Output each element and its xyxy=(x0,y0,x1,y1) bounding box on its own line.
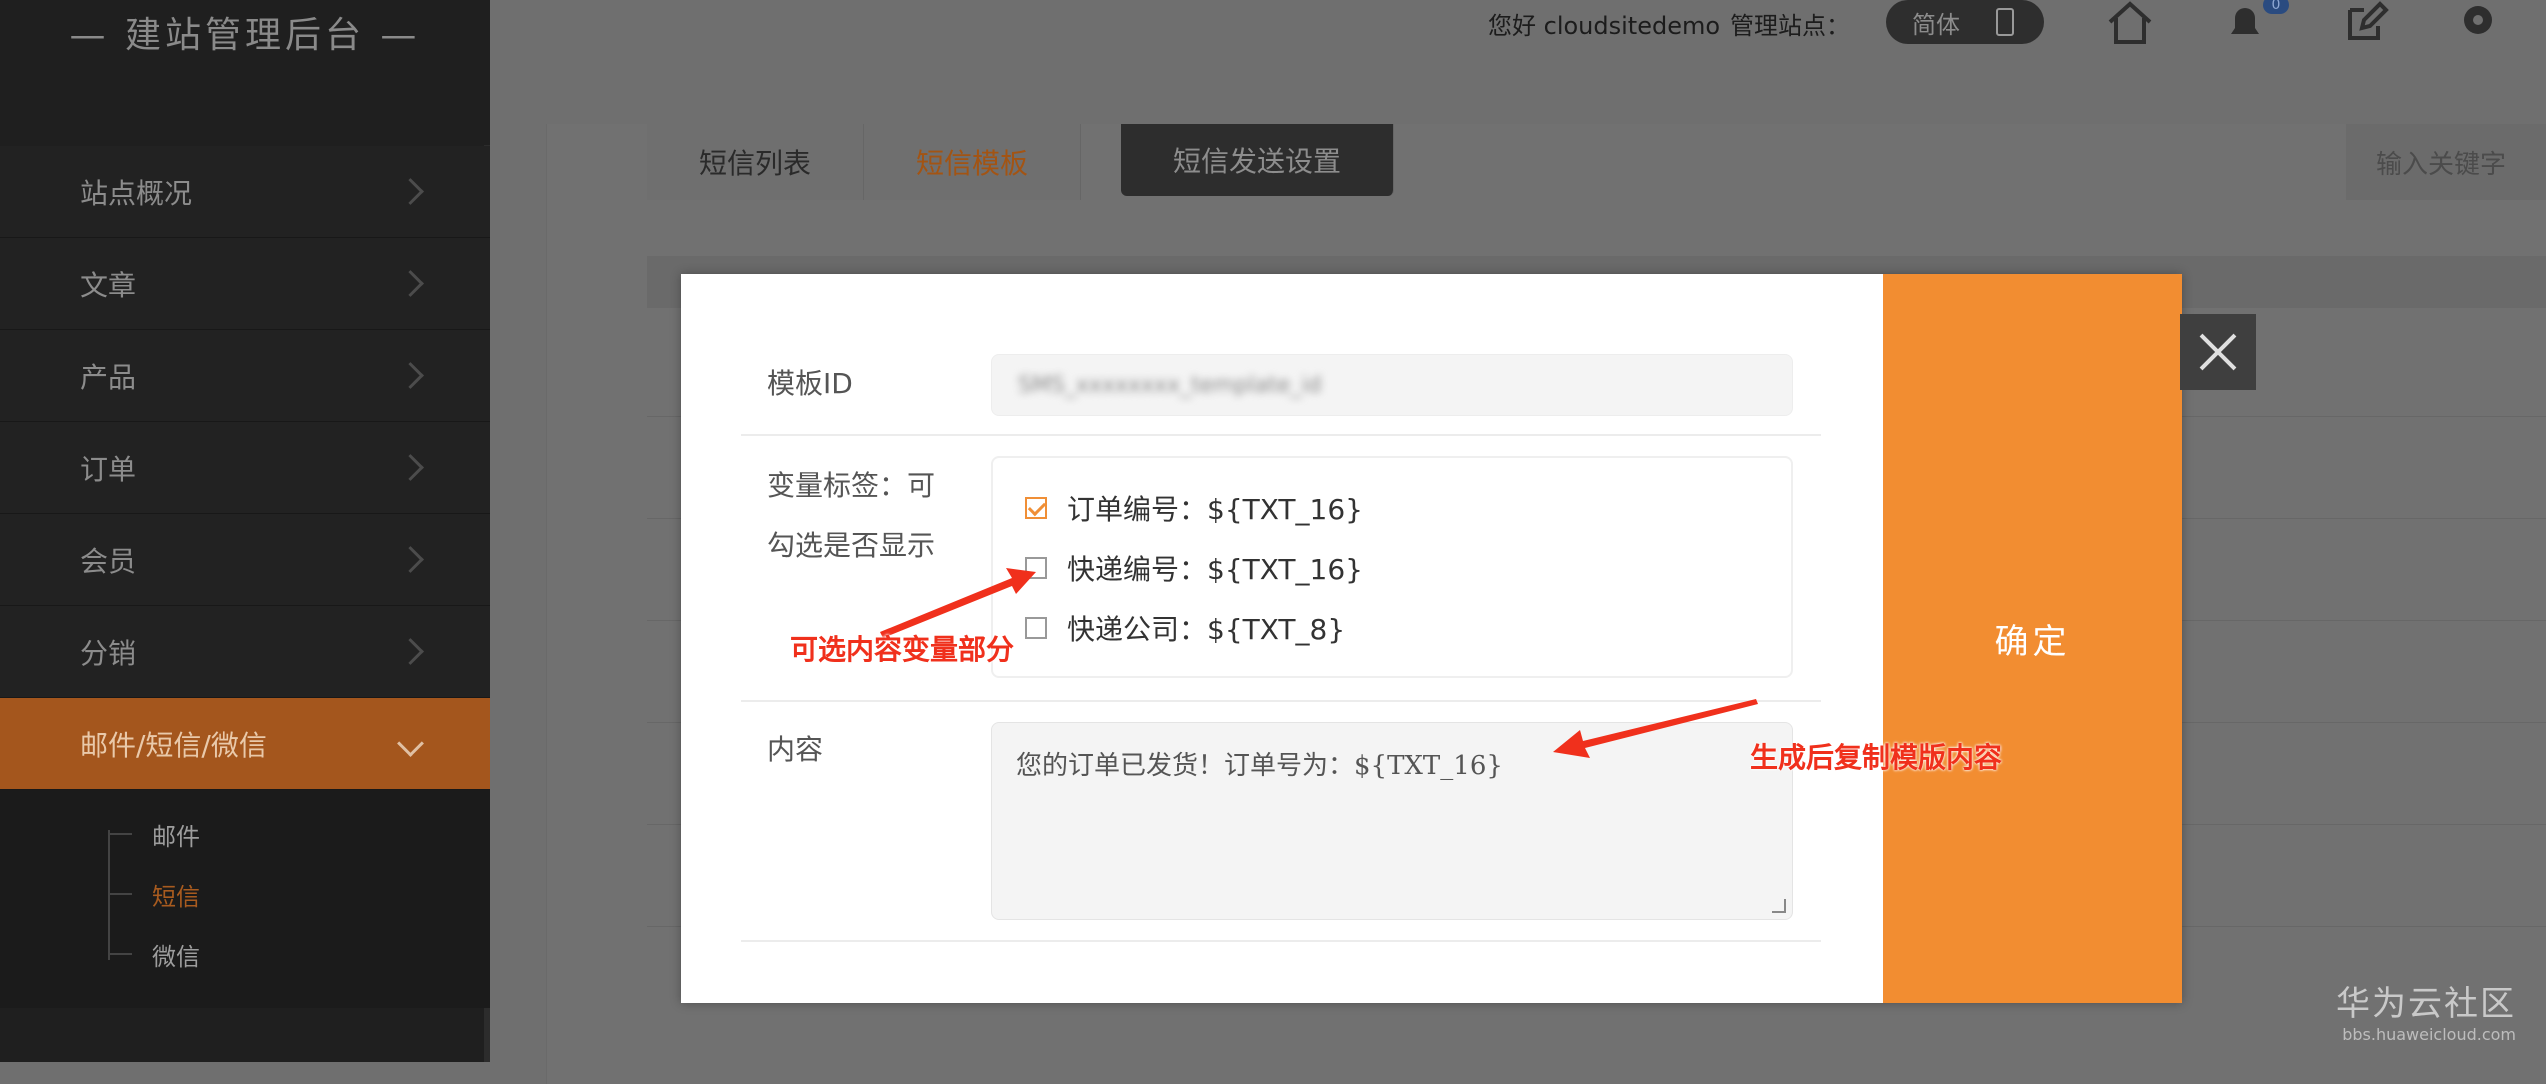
home-icon[interactable] xyxy=(2106,0,2154,44)
sidebar-item-orders[interactable]: 订单 xyxy=(0,422,490,514)
annotation-tags-note: 可选内容变量部分 xyxy=(790,633,1015,666)
chevron-right-icon xyxy=(397,638,424,665)
sidebar-subitem-sms[interactable]: 短信 xyxy=(0,864,490,924)
template-id-label: 模板ID xyxy=(767,367,853,400)
sidebar-nav: 站点概况 文章 产品 订单 会员 分销 邮件/短信/微信 邮件 短信 微信 xyxy=(0,146,490,1008)
tags-label-line1: 变量标签：可 xyxy=(767,469,936,502)
checkbox-unchecked[interactable] xyxy=(1025,617,1047,639)
tab-sms-send-settings[interactable]: 短信发送设置 xyxy=(1121,124,1395,196)
chevron-down-icon xyxy=(397,730,424,757)
template-id-field[interactable]: SMS_xxxxxxxx_template_id xyxy=(991,354,1793,416)
divider xyxy=(741,700,1821,702)
chevron-right-icon xyxy=(397,546,424,573)
sidebar: — 建站管理后台 — 站点概况 文章 产品 订单 会员 分销 邮件/短信/微信 xyxy=(0,0,490,1062)
resize-handle-icon[interactable] xyxy=(1772,899,1786,913)
bell-icon[interactable] xyxy=(2221,0,2269,44)
tag-checkbox-tracking-number[interactable]: 快递编号：${TXT_16} xyxy=(1025,548,1363,588)
close-icon[interactable] xyxy=(2180,314,2256,390)
tag-label: 快递公司：${TXT_8} xyxy=(1067,613,1346,646)
gear-icon[interactable] xyxy=(2454,0,2502,44)
watermark-title: 华为云社区 xyxy=(2336,984,2516,1024)
language-label: 简体 xyxy=(1912,10,1960,39)
sidebar-item-label: 邮件/短信/微信 xyxy=(80,728,267,762)
tag-checkbox-order-number[interactable]: 订单编号：${TXT_16} xyxy=(1025,488,1363,528)
sidebar-item-products[interactable]: 产品 xyxy=(0,330,490,422)
watermark: 华为云社区 bbs.huaweicloud.com xyxy=(2336,976,2516,1044)
notification-badge: 0 xyxy=(2263,0,2289,14)
checkbox-unchecked[interactable] xyxy=(1025,557,1047,579)
variable-tags-box: 订单编号：${TXT_16} 快递编号：${TXT_16} 快递公司：${TXT… xyxy=(991,456,1793,678)
tags-label-line2: 勾选是否显示 xyxy=(767,529,936,562)
sidebar-item-label: 会员 xyxy=(80,544,137,578)
sidebar-item-label: 分销 xyxy=(80,636,137,670)
phone-icon xyxy=(1996,8,2014,36)
tab-bar: 短信列表 短信模板 短信发送设置 xyxy=(647,124,1395,200)
site-label: 管理站点： xyxy=(1730,12,1850,40)
tag-label: 快递编号：${TXT_16} xyxy=(1067,553,1363,586)
content-text: 您的订单已发货！订单号为：${TXT_16} xyxy=(1016,751,1503,781)
language-toggle[interactable]: 简体 xyxy=(1886,0,2044,44)
confirm-button[interactable]: 确定 xyxy=(1883,274,2182,1003)
divider xyxy=(741,940,1821,942)
content-textarea[interactable]: 您的订单已发货！订单号为：${TXT_16} xyxy=(991,722,1793,920)
sidebar-subitem-wechat[interactable]: 微信 xyxy=(0,924,490,984)
brand-title: — 建站管理后台 — xyxy=(69,15,421,56)
watermark-url: bbs.huaweicloud.com xyxy=(2342,1025,2516,1044)
sidebar-item-overview[interactable]: 站点概况 xyxy=(0,146,490,238)
sidebar-item-label: 订单 xyxy=(80,452,137,486)
greeting-text: 您好 cloudsitedemo xyxy=(1488,12,1721,40)
chevron-right-icon xyxy=(397,178,424,205)
chevron-right-icon xyxy=(397,270,424,297)
sidebar-item-label: 站点概况 xyxy=(80,176,193,210)
edit-icon[interactable] xyxy=(2342,0,2390,44)
tag-checkbox-courier[interactable]: 快递公司：${TXT_8} xyxy=(1025,608,1345,648)
sidebar-subnav: 邮件 短信 微信 xyxy=(0,790,490,1008)
divider xyxy=(741,434,1821,436)
topbar: 您好 cloudsitedemo 管理站点： 简体 0 xyxy=(490,0,2546,62)
checkbox-checked[interactable] xyxy=(1025,497,1047,519)
sidebar-item-articles[interactable]: 文章 xyxy=(0,238,490,330)
annotation-content-note: 生成后复制模版内容 xyxy=(1750,741,2003,774)
tag-label: 订单编号：${TXT_16} xyxy=(1067,493,1363,526)
template-id-value: SMS_xxxxxxxx_template_id xyxy=(1018,373,1322,398)
chevron-right-icon xyxy=(397,454,424,481)
sidebar-subitem-email[interactable]: 邮件 xyxy=(0,804,490,864)
chevron-right-icon xyxy=(397,362,424,389)
content-label: 内容 xyxy=(767,733,824,766)
search-input[interactable]: 输入关键字 xyxy=(2346,124,2546,200)
sidebar-item-members[interactable]: 会员 xyxy=(0,514,490,606)
sidebar-item-label: 产品 xyxy=(80,360,137,394)
sidebar-item-messaging[interactable]: 邮件/短信/微信 xyxy=(0,698,490,790)
sidebar-item-label: 文章 xyxy=(80,268,137,302)
tab-sms-list[interactable]: 短信列表 xyxy=(647,124,865,200)
tab-sms-templates[interactable]: 短信模板 xyxy=(864,124,1082,200)
sidebar-item-distribution[interactable]: 分销 xyxy=(0,606,490,698)
